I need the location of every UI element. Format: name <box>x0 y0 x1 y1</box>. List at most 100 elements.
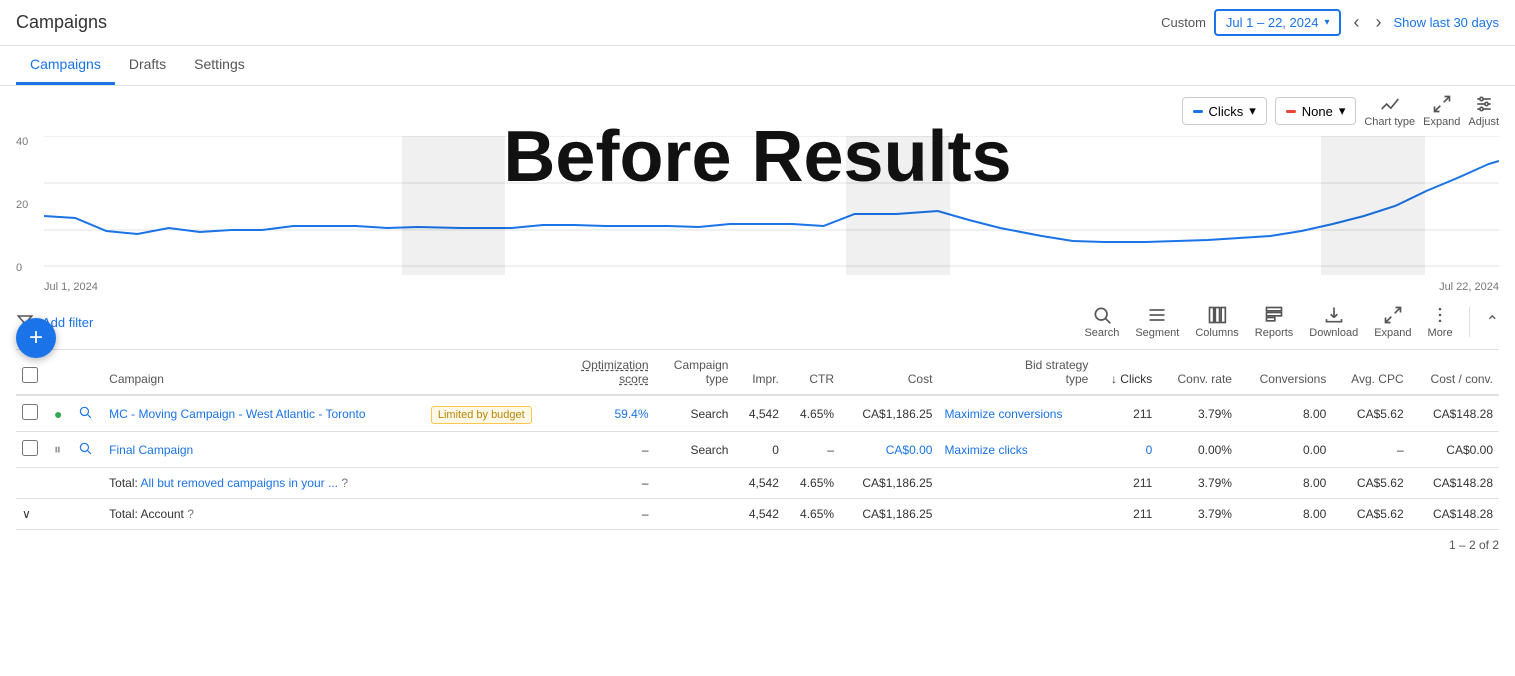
total-impr: 4,542 <box>734 468 784 499</box>
header-campaign: Campaign <box>103 350 425 395</box>
header-clicks[interactable]: ↓ Clicks <box>1094 350 1158 395</box>
row1-budget-badge: Limited by budget <box>431 406 532 424</box>
chart-svg <box>44 136 1499 276</box>
row1-status-cell: ● <box>48 395 72 432</box>
chart-type-button[interactable]: Chart type <box>1364 94 1415 128</box>
row1-cost-conv: CA$148.28 <box>1410 395 1499 432</box>
tab-campaigns[interactable]: Campaigns <box>16 46 115 85</box>
clicks-metric-button[interactable]: Clicks ▾ <box>1182 97 1267 125</box>
download-action-button[interactable]: Download <box>1309 305 1358 339</box>
select-all-checkbox[interactable] <box>22 367 38 383</box>
more-action-button[interactable]: More <box>1428 305 1453 339</box>
next-date-button[interactable]: › <box>1371 8 1385 37</box>
x-label-start: Jul 1, 2024 <box>44 281 98 293</box>
expand-icon <box>1432 94 1452 114</box>
header-campaign-type: Campaigntype <box>655 350 735 395</box>
row1-bid-strategy: Maximize conversions <box>938 395 1094 432</box>
total-bid-strategy <box>938 468 1094 499</box>
row2-cost: CA$0.00 <box>840 432 938 468</box>
row1-badge-cell: Limited by budget <box>425 395 560 432</box>
search-icon <box>1092 305 1112 325</box>
row1-search-cell <box>72 395 103 432</box>
row1-status-icon: ● <box>54 406 62 422</box>
filter-bar: Add filter Search Segment Columns <box>16 295 1499 350</box>
account-question-icon[interactable]: ? <box>187 507 194 521</box>
row1-conv-rate: 3.79% <box>1158 395 1238 432</box>
tab-settings[interactable]: Settings <box>180 46 259 85</box>
collapse-button[interactable]: ⌃ <box>1486 312 1499 332</box>
header-status <box>48 350 72 395</box>
prev-date-button[interactable]: ‹ <box>1349 8 1363 37</box>
row2-bid-strategy-link[interactable]: Maximize clicks <box>944 443 1027 457</box>
total-search-cell <box>72 468 103 499</box>
row1-opt-score-value[interactable]: 59.4% <box>614 407 648 421</box>
expand-chart-button[interactable]: Expand <box>1423 94 1460 128</box>
reports-action-button[interactable]: Reports <box>1255 305 1294 339</box>
row1-checkbox-cell <box>16 395 48 432</box>
row2-checkbox[interactable] <box>22 440 38 456</box>
total-label-cell: Total: All but removed campaigns in your… <box>103 468 560 499</box>
row1-campaign-link[interactable]: MC - Moving Campaign - West Atlantic - T… <box>109 407 365 421</box>
clicks-label: Clicks <box>1209 104 1244 119</box>
total-label[interactable]: All but removed campaigns in your ... <box>141 476 338 490</box>
search-action-button[interactable]: Search <box>1084 305 1119 339</box>
account-opt-score: – <box>560 499 654 530</box>
none-label: None <box>1302 104 1333 119</box>
segment-action-button[interactable]: Segment <box>1135 305 1179 339</box>
row1-cost: CA$1,186.25 <box>840 395 938 432</box>
row1-checkbox[interactable] <box>22 404 38 420</box>
total-avg-cpc: CA$5.62 <box>1332 468 1409 499</box>
header-badge <box>425 350 560 395</box>
account-campaign-type <box>655 499 735 530</box>
chart-type-label: Chart type <box>1364 116 1415 128</box>
total-question-icon[interactable]: ? <box>341 476 348 490</box>
account-clicks: 211 <box>1094 499 1158 530</box>
add-campaign-button[interactable]: + <box>16 318 56 358</box>
pagination: 1 – 2 of 2 <box>0 530 1515 560</box>
more-icon <box>1430 305 1450 325</box>
account-status-cell <box>48 499 72 530</box>
more-label: More <box>1428 327 1453 339</box>
row2-bid-strategy: Maximize clicks <box>938 432 1094 468</box>
date-range-picker[interactable]: Jul 1 – 22, 2024 ▾ <box>1214 9 1342 36</box>
account-conversions: 8.00 <box>1238 499 1332 530</box>
row1-avg-cpc: CA$5.62 <box>1332 395 1409 432</box>
reports-label: Reports <box>1255 327 1294 339</box>
tab-drafts[interactable]: Drafts <box>115 46 180 85</box>
row1-search-icon <box>78 405 92 419</box>
divider <box>1469 307 1470 337</box>
chart-x-labels: Jul 1, 2024 Jul 22, 2024 <box>44 279 1499 295</box>
reports-icon <box>1264 305 1284 325</box>
show-last-button[interactable]: Show last 30 days <box>1393 15 1499 30</box>
chart-section: Before Results Clicks ▾ None ▾ Chart typ… <box>0 86 1515 295</box>
row2-cost-conv: CA$0.00 <box>1410 432 1499 468</box>
y-label-20: 20 <box>16 199 28 211</box>
row2-cost-value[interactable]: CA$0.00 <box>886 443 933 457</box>
header-cost-conv: Cost / conv. <box>1410 350 1499 395</box>
expand-table-label: Expand <box>1374 327 1411 339</box>
row1-opt-score: 59.4% <box>560 395 654 432</box>
download-icon <box>1324 305 1344 325</box>
row2-clicks: 0 <box>1094 432 1158 468</box>
total-row: Total: All but removed campaigns in your… <box>16 468 1499 499</box>
row2-campaign-cell: Final Campaign <box>103 432 425 468</box>
date-range-value: Jul 1 – 22, 2024 <box>1226 15 1319 30</box>
account-cost-conv: CA$148.28 <box>1410 499 1499 530</box>
expand-table-button[interactable]: Expand <box>1374 305 1411 339</box>
account-label-cell: Total: Account ? <box>103 499 560 530</box>
columns-action-button[interactable]: Columns <box>1195 305 1238 339</box>
adjust-icon <box>1474 94 1494 114</box>
total-cost: CA$1,186.25 <box>840 468 938 499</box>
row2-campaign-link[interactable]: Final Campaign <box>109 443 193 457</box>
adjust-button[interactable]: Adjust <box>1468 94 1499 128</box>
chevron-down-icon[interactable]: ∨ <box>22 507 31 521</box>
row2-opt-score: – <box>560 432 654 468</box>
segment-icon <box>1147 305 1167 325</box>
row1-campaign-cell: MC - Moving Campaign - West Atlantic - T… <box>103 395 425 432</box>
none-metric-button[interactable]: None ▾ <box>1275 97 1357 125</box>
row1-ctr: 4.65% <box>785 395 840 432</box>
row1-bid-strategy-link[interactable]: Maximize conversions <box>944 407 1062 421</box>
total-status-cell <box>48 468 72 499</box>
total-opt-score: – <box>560 468 654 499</box>
row2-avg-cpc: – <box>1332 432 1409 468</box>
